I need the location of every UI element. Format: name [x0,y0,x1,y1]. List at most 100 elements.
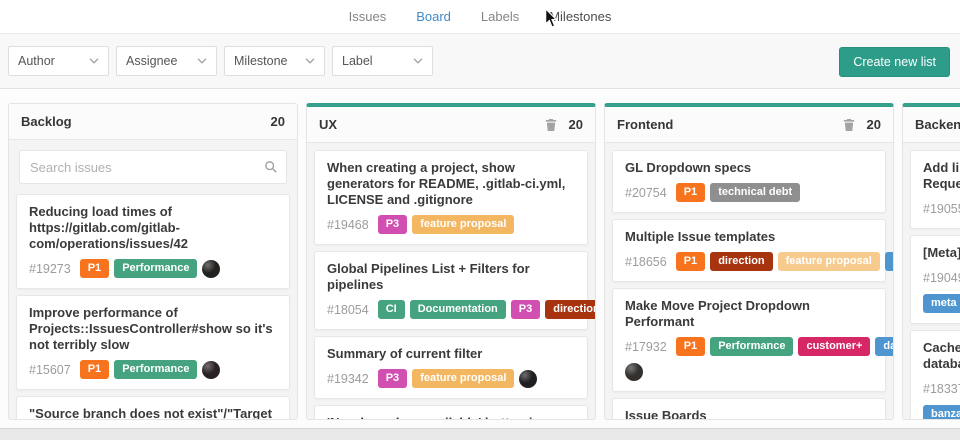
issue-title[interactable]: 'New branch unavailable' button is green… [327,415,575,419]
filter-dropdown-author[interactable]: Author [8,46,109,76]
issue-card[interactable]: 'New branch unavailable' button is green… [314,405,588,419]
issue-number: #19055 [923,202,960,216]
issue-card[interactable]: When creating a project, show generators… [314,150,588,245]
label-pill[interactable]: banzai [923,405,960,419]
label-pill[interactable]: Documentation [410,300,506,319]
issue-card[interactable]: Issue Boards#17907P1directionfeature pro… [612,398,886,419]
board-column-frontend: Frontend20GL Dropdown specs#20754P1techn… [604,103,894,420]
filter-dropdown-label: Milestone [234,54,288,68]
filter-dropdown-label: Author [18,54,55,68]
chevron-down-icon [305,58,315,64]
board-column-backlog: Backlog20 Reducing load times of https://… [8,103,298,420]
issue-card[interactable]: Cache rendered Markdown in the database … [910,330,960,419]
label-pill[interactable]: Performance [710,337,793,356]
issue-title[interactable]: Cache rendered Markdown in the database … [923,340,960,372]
column-header: Backend20 [903,107,960,143]
issue-title[interactable]: When creating a project, show generators… [327,160,575,208]
label-pill[interactable]: customer+ [798,337,870,356]
filter-dropdown-label: Assignee [126,54,177,68]
issue-number: #19468 [327,218,369,232]
label-pill[interactable]: direction [710,252,772,271]
filter-dropdown-milestone[interactable]: Milestone [224,46,325,76]
nav-tabs: Issues Board Labels Milestones [349,9,612,24]
column-issue-count: 20 [271,114,285,129]
issue-title[interactable]: Issue Boards [625,408,873,419]
issue-meta-row: #18054CIDocumentationP3direction [327,300,575,319]
issue-card[interactable]: Global Pipelines List + Filters for pipe… [314,251,588,330]
label-pill[interactable]: P1 [80,259,109,278]
label-pill[interactable]: P3 [378,369,407,388]
issue-card[interactable]: "Source branch does not exist"/"Target b… [16,396,290,419]
tab-board[interactable]: Board [416,9,451,24]
issue-title[interactable]: Summary of current filter [327,346,575,362]
filter-dropdown-assignee[interactable]: Assignee [116,46,217,76]
issue-title[interactable]: Add line comments to diffs in Merge Requ… [923,160,960,192]
issue-title[interactable]: Multiple Issue templates [625,229,873,245]
issue-meta-row: #18337Performance [923,379,960,398]
column-body: GL Dropdown specs#20754P1technical debtM… [605,143,893,419]
label-pill[interactable]: database [875,337,893,356]
tab-issues[interactable]: Issues [349,9,387,24]
issue-number: #17932 [625,340,667,354]
column-title: Frontend [617,117,843,132]
issue-title[interactable]: Global Pipelines List + Filters for pipe… [327,261,575,293]
tab-milestones[interactable]: Milestones [549,9,611,24]
label-pill[interactable]: P1 [80,360,109,379]
create-new-list-button[interactable]: Create new list [839,47,950,77]
issue-meta-row: #19049P1feature proposal [923,268,960,287]
column-title: UX [319,117,545,132]
issue-number: #18337 [923,382,960,396]
issue-card[interactable]: [Meta] Consolidate issue templates #19049… [910,235,960,324]
label-pill[interactable]: Performance [114,259,197,278]
column-header: Backlog20 [9,104,297,140]
label-pill[interactable]: P1 [676,252,705,271]
issue-meta-row: #18656P1directionfeature proposalissues [625,252,873,271]
delete-list-button[interactable] [843,118,855,132]
top-nav: Issues Board Labels Milestones [0,0,960,34]
chevron-down-icon [197,58,207,64]
column-header: UX 20 [307,107,595,143]
avatar [202,361,220,379]
label-pill[interactable]: Performance [114,360,197,379]
delete-list-button[interactable] [545,118,557,132]
tab-labels[interactable]: Labels [481,9,519,24]
issue-meta-row: #19055P1 [923,199,960,218]
label-pill[interactable]: issues [885,252,893,271]
issue-title[interactable]: [Meta] Consolidate issue templates [923,245,960,261]
issue-meta-row: #19273P1Performance [29,259,277,278]
issue-title[interactable]: GL Dropdown specs [625,160,873,176]
label-pill[interactable]: P3 [511,300,540,319]
label-pill[interactable]: P3 [378,215,407,234]
column-issue-count: 20 [569,117,583,132]
label-pill[interactable]: direction [545,300,595,319]
issue-card[interactable]: Add line comments to diffs in Merge Requ… [910,150,960,229]
issue-title[interactable]: Improve performance of Projects::IssuesC… [29,305,277,353]
label-pill[interactable]: P1 [676,183,705,202]
label-pill[interactable]: feature proposal [412,369,514,388]
label-pill[interactable]: CI [378,300,405,319]
label-pill[interactable]: feature proposal [412,215,514,234]
search-input[interactable] [19,150,287,184]
issue-title[interactable]: Make Move Project Dropdown Performant [625,298,873,330]
label-pill[interactable]: P1 [676,337,705,356]
issue-title[interactable]: "Source branch does not exist"/"Target b… [29,406,277,419]
issue-card[interactable]: Summary of current filter#19342P3feature… [314,336,588,399]
issue-title[interactable]: Reducing load times of https://gitlab.co… [29,204,277,252]
chevron-down-icon [89,58,99,64]
issue-meta-row: #19468 P3 feature proposal [327,215,575,234]
issue-card[interactable]: Multiple Issue templates#18656P1directio… [612,219,886,282]
column-title: Backlog [21,114,271,129]
issue-card[interactable]: Improve performance of Projects::IssuesC… [16,295,290,390]
issue-board: Backlog20Reducing load times of https://… [0,90,960,428]
label-pill[interactable]: feature proposal [778,252,880,271]
filter-dropdown-label[interactable]: Label [332,46,433,76]
label-pill[interactable]: technical debt [710,183,800,202]
board-column-ux: UX 20 When creating a project, show genera… [306,103,596,420]
issue-card[interactable]: Make Move Project Dropdown Performant #17… [612,288,886,392]
issue-card[interactable]: GL Dropdown specs#20754P1technical debt [612,150,886,213]
label-pill[interactable]: meta [923,294,960,313]
issue-number: #15607 [29,363,71,377]
column-header: Frontend20 [605,107,893,143]
issue-card[interactable]: Reducing load times of https://gitlab.co… [16,194,290,289]
chevron-down-icon [413,58,423,64]
